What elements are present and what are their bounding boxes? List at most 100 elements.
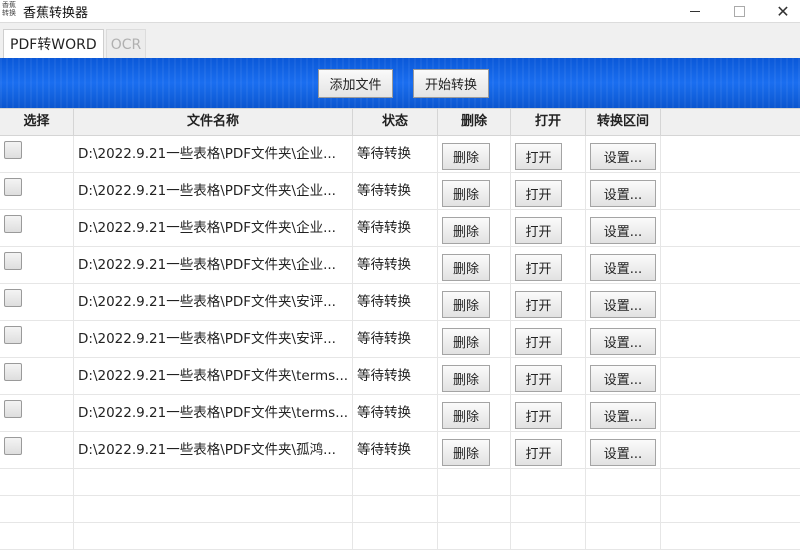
delete-button[interactable]: 删除 (442, 328, 490, 355)
delete-button[interactable]: 删除 (442, 180, 490, 207)
empty-cell (438, 496, 511, 522)
row-checkbox[interactable] (4, 326, 22, 344)
col-header-status[interactable]: 状态 (353, 109, 438, 135)
select-cell (0, 173, 74, 209)
status-cell: 等待转换 (353, 284, 438, 320)
row-checkbox[interactable] (4, 363, 22, 381)
select-cell (0, 321, 74, 357)
row-checkbox[interactable] (4, 215, 22, 233)
row-checkbox[interactable] (4, 289, 22, 307)
open-button[interactable]: 打开 (515, 328, 562, 355)
range-cell: 设置... (586, 432, 661, 468)
delete-button[interactable]: 删除 (442, 143, 490, 170)
col-header-filename[interactable]: 文件名称 (74, 109, 353, 135)
window-title: 香蕉转换器 (23, 6, 89, 21)
table-row: D:\2022.9.21一些表格\PDF文件夹\企业... 等待转换 删除 打开 设置.… (0, 173, 800, 210)
add-file-button[interactable]: 添加文件 (318, 69, 393, 98)
empty-cell (74, 469, 353, 495)
open-button[interactable]: 打开 (515, 402, 562, 429)
delete-button[interactable]: 删除 (442, 291, 490, 318)
status-cell: 等待转换 (353, 321, 438, 357)
status-text: 等待转换 (357, 146, 411, 162)
delete-cell: 删除 (438, 210, 511, 246)
row-checkbox[interactable] (4, 141, 22, 159)
open-button[interactable]: 打开 (515, 365, 562, 392)
row-checkbox[interactable] (4, 252, 22, 270)
select-cell (0, 210, 74, 246)
col-header-delete[interactable]: 删除 (438, 109, 511, 135)
empty-cell (353, 523, 438, 549)
tab-pdf-to-word[interactable]: PDF转WORD (3, 29, 104, 59)
open-button[interactable]: 打开 (515, 291, 562, 318)
file-name: D:\2022.9.21一些表格\PDF文件夹\安评... (78, 294, 336, 310)
tab-ocr[interactable]: OCR (106, 29, 146, 59)
status-cell: 等待转换 (353, 136, 438, 172)
start-convert-button[interactable]: 开始转换 (413, 69, 489, 98)
table-row: D:\2022.9.21一些表格\PDF文件夹\terms... 等待转换 删除 打开… (0, 358, 800, 395)
col-header-range[interactable]: 转换区间 (586, 109, 661, 135)
status-text: 等待转换 (357, 183, 411, 199)
range-settings-button[interactable]: 设置... (590, 217, 656, 244)
col-header-open[interactable]: 打开 (511, 109, 586, 135)
delete-button[interactable]: 删除 (442, 254, 490, 281)
file-name: D:\2022.9.21一些表格\PDF文件夹\企业... (78, 146, 336, 162)
file-name: D:\2022.9.21一些表格\PDF文件夹\企业... (78, 257, 336, 273)
select-cell (0, 284, 74, 320)
row-checkbox[interactable] (4, 178, 22, 196)
range-settings-button[interactable]: 设置... (590, 328, 656, 355)
range-settings-button[interactable]: 设置... (590, 291, 656, 318)
status-text: 等待转换 (357, 442, 411, 458)
close-icon: ✕ (776, 1, 790, 21)
empty-table-row (0, 469, 800, 496)
range-settings-button[interactable]: 设置... (590, 143, 656, 170)
delete-cell: 删除 (438, 358, 511, 394)
delete-button[interactable]: 删除 (442, 365, 490, 392)
delete-button[interactable]: 删除 (442, 217, 490, 244)
open-button[interactable]: 打开 (515, 217, 562, 244)
status-cell: 等待转换 (353, 395, 438, 431)
status-cell: 等待转换 (353, 432, 438, 468)
delete-cell: 删除 (438, 395, 511, 431)
select-cell (0, 358, 74, 394)
range-settings-button[interactable]: 设置... (590, 254, 656, 281)
open-button[interactable]: 打开 (515, 180, 562, 207)
filename-cell: D:\2022.9.21一些表格\PDF文件夹\企业... (74, 173, 353, 209)
empty-table-row (0, 496, 800, 523)
delete-button[interactable]: 删除 (442, 439, 490, 466)
range-settings-button[interactable]: 设置... (590, 402, 656, 429)
range-settings-button[interactable]: 设置... (590, 365, 656, 392)
table-row: D:\2022.9.21一些表格\PDF文件夹\孤鸿... 等待转换 删除 打开 设置.… (0, 432, 800, 469)
empty-cell (586, 496, 661, 522)
open-button[interactable]: 打开 (515, 143, 562, 170)
empty-cell (511, 496, 586, 522)
close-button[interactable]: ✕ (763, 0, 800, 22)
empty-cell (0, 469, 74, 495)
delete-cell: 删除 (438, 321, 511, 357)
empty-cell (586, 469, 661, 495)
range-settings-button[interactable]: 设置... (590, 180, 656, 207)
open-cell: 打开 (511, 321, 586, 357)
delete-cell: 删除 (438, 136, 511, 172)
row-checkbox[interactable] (4, 400, 22, 418)
open-button[interactable]: 打开 (515, 439, 562, 466)
empty-cell (353, 469, 438, 495)
open-button[interactable]: 打开 (515, 254, 562, 281)
table-row: D:\2022.9.21一些表格\PDF文件夹\安评... 等待转换 删除 打开 设置.… (0, 284, 800, 321)
delete-cell: 删除 (438, 432, 511, 468)
table-row: D:\2022.9.21一些表格\PDF文件夹\安评... 等待转换 删除 打开 设置.… (0, 321, 800, 358)
empty-cell (74, 496, 353, 522)
range-settings-button[interactable]: 设置... (590, 439, 656, 466)
open-cell: 打开 (511, 247, 586, 283)
col-header-select[interactable]: 选择 (0, 109, 74, 135)
app-logo-icon: 香蕉转换 (2, 1, 16, 17)
empty-cell (74, 523, 353, 549)
range-cell: 设置... (586, 284, 661, 320)
maximize-button[interactable] (719, 0, 759, 22)
delete-cell: 删除 (438, 173, 511, 209)
delete-button[interactable]: 删除 (442, 402, 490, 429)
minimize-button[interactable] (675, 0, 715, 22)
empty-cell (511, 469, 586, 495)
empty-cell (0, 496, 74, 522)
row-checkbox[interactable] (4, 437, 22, 455)
table-row: D:\2022.9.21一些表格\PDF文件夹\企业... 等待转换 删除 打开 设置.… (0, 136, 800, 173)
